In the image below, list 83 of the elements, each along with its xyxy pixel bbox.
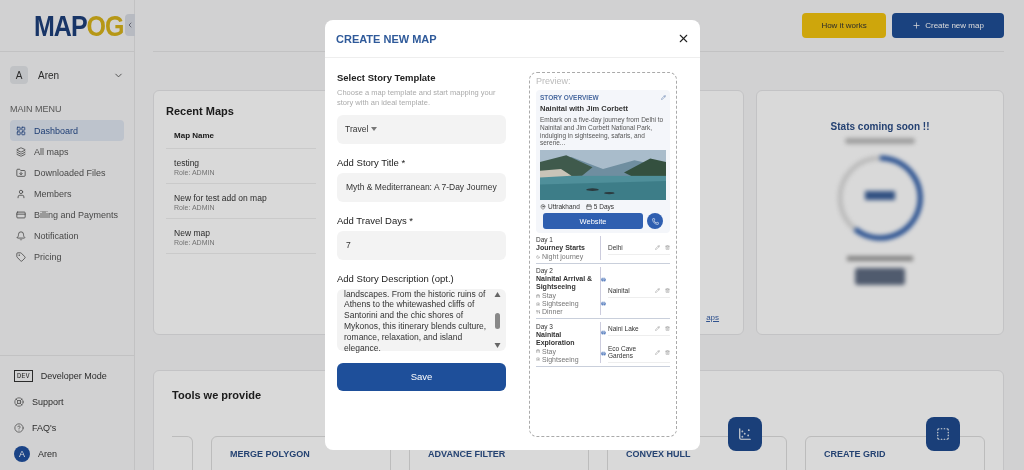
close-button[interactable] [677, 32, 690, 45]
layers-icon [16, 146, 26, 157]
lifebuoy-icon [14, 397, 24, 407]
user-avatar: A [14, 446, 30, 462]
field-label: Add Story Title * [337, 156, 407, 168]
field-label: Add Travel Days * [337, 214, 415, 226]
field-label: Add Story Description (opt.) [337, 272, 455, 284]
sidebar-item[interactable]: Downloaded Files [10, 162, 125, 183]
calendar-icon [585, 203, 592, 210]
credit-card-icon [16, 209, 26, 220]
sidebar-link[interactable]: Support [32, 397, 64, 407]
phone-icon [651, 217, 659, 225]
bed-icon [536, 349, 540, 354]
trash-icon [665, 326, 670, 332]
scatter-chart-icon [738, 427, 753, 441]
utensils-icon [536, 309, 540, 314]
how-it-works-button[interactable]: How it works [802, 13, 887, 38]
input-field[interactable]: 7 [337, 230, 506, 260]
menu-heading: MAIN MENU [9, 103, 63, 116]
user-icon [16, 188, 26, 199]
map-name: testing [174, 158, 201, 168]
tool-icon-tile[interactable] [728, 417, 763, 451]
field-label: Select Story Template [337, 72, 437, 83]
help-icon [14, 423, 24, 433]
sidebar-link[interactable]: Aren [38, 449, 57, 459]
template-dropdown[interactable]: Travel [337, 114, 506, 144]
description-field[interactable]: landscapes. From the historic ruins of Athens to the whitewashed cliffs of Santorini and the chic shores of Mykonos, this itinerary blends culture, romance, relaxation, and island elegance. [337, 288, 506, 351]
tag-icon [16, 251, 26, 262]
preview-label: Preview: [536, 76, 572, 86]
user-switcher[interactable]: A Aren [0, 52, 135, 98]
logo: MAPOG [34, 8, 124, 43]
sidebar-item[interactable]: Dashboard [10, 120, 125, 141]
map-name: New map [174, 228, 211, 238]
camera-icon [536, 301, 540, 306]
trash-icon [665, 349, 670, 355]
create-map-button[interactable]: Create new map [892, 13, 1005, 38]
bed-icon [536, 293, 540, 298]
dashed-square-icon [936, 427, 951, 441]
caret-icon [371, 127, 378, 131]
stats-title: Stats coming soon !! [830, 121, 930, 132]
trash-icon [665, 245, 670, 251]
save-button[interactable]: Save [337, 362, 506, 391]
input-field[interactable]: Myth & Mediterranean: A 7-Day Journey [337, 172, 506, 202]
camera-icon [536, 357, 540, 362]
view-all-link[interactable]: aps [706, 313, 720, 322]
user-avatar: A [10, 66, 28, 84]
map-name: New for test add on map [174, 193, 268, 203]
dialog-title: CREATE NEW MAP [336, 32, 437, 45]
pencil-icon [655, 326, 660, 332]
tool-card[interactable]: CREATE GRID [805, 436, 986, 470]
phone-button[interactable] [647, 213, 663, 230]
grid-icon [16, 125, 26, 136]
bus-icon [601, 350, 606, 356]
column-header: Map Name [166, 117, 317, 149]
user-name: Aren [38, 69, 61, 81]
sidebar-link[interactable]: Developer Mode [40, 371, 107, 381]
plus-icon [912, 21, 922, 30]
pencil-icon [655, 288, 660, 294]
bus-icon [601, 276, 606, 282]
tool-name: MERGE POLYGON [230, 449, 310, 459]
map-pin-icon [540, 203, 546, 210]
card-title: Recent Maps [166, 105, 234, 117]
close-icon [677, 32, 690, 45]
pencil-icon [655, 245, 660, 251]
sidebar-item[interactable]: Notification [10, 225, 125, 246]
pencil-icon [655, 349, 660, 355]
folder-download-icon [16, 167, 26, 178]
pencil-icon [661, 95, 666, 100]
sidebar-item[interactable]: Members [10, 183, 125, 204]
tool-name: CONVEX HULL [626, 449, 691, 459]
sidebar-item[interactable]: Billing and Payments [10, 204, 125, 225]
sidebar-link[interactable]: FAQ's [32, 423, 57, 433]
section-title: Tools we provide [172, 389, 262, 401]
tool-name: CREATE GRID [824, 449, 886, 459]
sidebar-item[interactable]: All maps [10, 141, 125, 162]
bus-icon [601, 300, 606, 306]
tool-icon-tile[interactable] [926, 417, 961, 451]
bus-icon [601, 330, 606, 336]
bell-icon [16, 230, 26, 241]
moon-icon [536, 254, 540, 259]
sidebar-item[interactable]: Pricing [10, 246, 125, 267]
trash-icon [665, 288, 670, 294]
tool-name: ADVANCE FILTER [428, 449, 506, 459]
